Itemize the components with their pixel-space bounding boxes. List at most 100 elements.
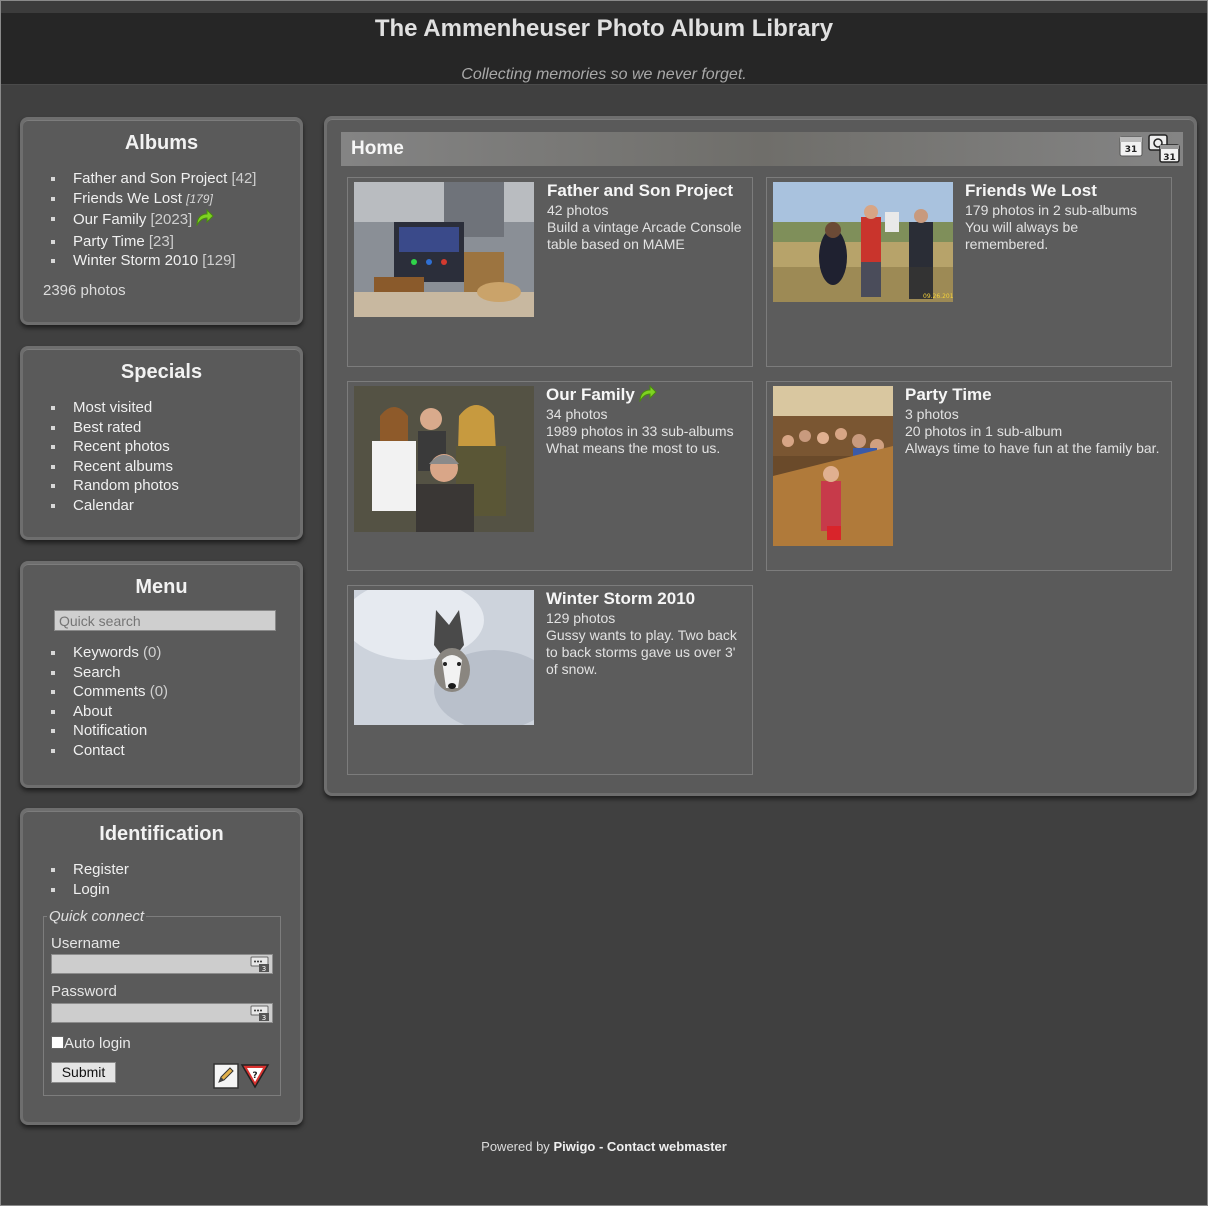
- quick-search-input[interactable]: [54, 610, 276, 631]
- menu-notification[interactable]: Notification: [49, 721, 300, 741]
- calendar-post-icon[interactable]: 31: [1147, 132, 1181, 168]
- album-thumbnail[interactable]: [773, 386, 893, 550]
- auto-login-label: Auto login: [64, 1035, 131, 1052]
- green-arrow-icon: [638, 384, 657, 406]
- quick-connect-fieldset: Quick connect Username 3 Password 3 Auto…: [43, 908, 281, 1096]
- menu-list: Keywords (0) Search Comments (0) About N…: [23, 643, 300, 760]
- specials-recent-albums[interactable]: Recent albums: [49, 457, 300, 477]
- specials-best-rated[interactable]: Best rated: [49, 418, 300, 438]
- album-subalbum-count: 1989 photos in 33 sub-albums: [546, 423, 734, 439]
- album-comment: What means the most to us.: [546, 440, 721, 456]
- album-photo-count: 34 photos: [546, 406, 608, 422]
- album-card-party-time[interactable]: Party Time 3 photos 20 photos in 1 sub-a…: [766, 381, 1172, 571]
- submit-button[interactable]: Submit: [51, 1062, 116, 1083]
- menu-album-winter-storm[interactable]: Winter Storm 2010 [129]: [49, 251, 300, 271]
- content-box: Home 31 31 Father and Son Project 42 pho…: [324, 116, 1197, 796]
- album-card-friends-we-lost[interactable]: 09.26.2010 Friends We Lost 179 photos in…: [766, 177, 1172, 367]
- password-manager-icon[interactable]: 3: [250, 956, 270, 977]
- menu-comments-label[interactable]: Comments: [73, 683, 146, 700]
- auto-login-row[interactable]: Auto login: [51, 1035, 131, 1052]
- help-icon[interactable]: ?: [240, 1063, 270, 1093]
- site-tagline: Collecting memories so we never forget.: [461, 66, 747, 83]
- menu-about[interactable]: About: [49, 702, 300, 722]
- menu-contact[interactable]: Contact: [49, 741, 300, 761]
- album-link-label[interactable]: Our Family: [73, 211, 146, 228]
- album-count: [2023]: [150, 211, 193, 228]
- album-link-label[interactable]: Father and Son Project: [73, 170, 227, 187]
- album-name[interactable]: Father and Son Project: [547, 181, 733, 201]
- svg-text:3: 3: [262, 965, 266, 973]
- quick-connect-legend: Quick connect: [47, 908, 147, 925]
- username-input[interactable]: 3: [51, 954, 273, 974]
- album-link-label[interactable]: Party Time: [73, 233, 145, 250]
- album-comment: Always time to have fun at the family ba…: [905, 440, 1160, 456]
- password-manager-icon[interactable]: 3: [250, 1005, 270, 1026]
- menu-heading: Menu: [135, 576, 188, 598]
- register-pencil-icon[interactable]: [213, 1063, 239, 1093]
- content-title-bar: Home 31 31: [341, 132, 1183, 166]
- auto-login-checkbox[interactable]: [51, 1036, 64, 1049]
- menu-keywords-label[interactable]: Keywords: [73, 644, 139, 661]
- identification-list: Register Login: [23, 860, 300, 899]
- album-link-label[interactable]: Winter Storm 2010: [73, 252, 198, 269]
- specials-most-visited[interactable]: Most visited: [49, 398, 300, 418]
- menu-album-party-time[interactable]: Party Time [23]: [49, 232, 300, 252]
- album-photo-count: 3 photos: [905, 406, 959, 422]
- svg-text:31: 31: [1125, 145, 1138, 155]
- menu-comments-count: (0): [149, 683, 169, 700]
- menu-album-friends-we-lost[interactable]: Friends We Lost [179]: [49, 189, 300, 210]
- albums-menu-box: Albums Father and Son Project [42] Frien…: [20, 117, 303, 325]
- calendar-icon[interactable]: 31: [1119, 134, 1143, 162]
- album-thumbnail[interactable]: [354, 182, 534, 321]
- menu-keywords[interactable]: Keywords (0): [49, 643, 300, 663]
- specials-recent-photos[interactable]: Recent photos: [49, 437, 300, 457]
- album-thumbnail[interactable]: [344, 580, 554, 730]
- specials-calendar[interactable]: Calendar: [49, 496, 300, 516]
- album-count: [23]: [148, 232, 174, 250]
- menu-comments[interactable]: Comments (0): [49, 682, 300, 702]
- album-name[interactable]: Our Family: [546, 385, 635, 405]
- contact-webmaster-link[interactable]: Contact webmaster: [607, 1139, 727, 1154]
- menu-album-father-and-son[interactable]: Father and Son Project [42]: [49, 169, 300, 189]
- album-description: Father and Son Project 42 photos Build a…: [547, 181, 749, 253]
- menu-album-our-family[interactable]: Our Family [2023]: [49, 208, 300, 232]
- album-count: [42]: [231, 170, 257, 187]
- password-input[interactable]: 3: [51, 1003, 273, 1023]
- album-card-father-and-son[interactable]: Father and Son Project 42 photos Build a…: [347, 177, 753, 367]
- album-name[interactable]: Winter Storm 2010: [546, 589, 695, 609]
- login-link[interactable]: Login: [49, 880, 300, 900]
- album-comment: Gussy wants to play. Two back to back st…: [546, 627, 737, 677]
- album-count: [179]: [186, 191, 213, 206]
- album-name[interactable]: Party Time: [905, 385, 992, 405]
- specials-random-photos[interactable]: Random photos: [49, 476, 300, 496]
- svg-text:?: ?: [252, 1071, 257, 1081]
- menu-contact-label[interactable]: Contact: [73, 742, 125, 759]
- page-title[interactable]: Home: [351, 138, 404, 160]
- albums-list: Father and Son Project [42] Friends We L…: [23, 169, 300, 271]
- album-name[interactable]: Friends We Lost: [965, 181, 1097, 201]
- register-link[interactable]: Register: [49, 860, 300, 880]
- album-card-our-family[interactable]: Our Family 34 photos 1989 photos in 33 s…: [347, 381, 753, 571]
- album-subalbum-count: 20 photos in 1 sub-album: [905, 423, 1063, 439]
- piwigo-link[interactable]: Piwigo: [553, 1139, 595, 1154]
- albums-heading[interactable]: Albums: [23, 132, 300, 155]
- menu-notification-label[interactable]: Notification: [73, 722, 147, 739]
- identification-heading: Identification: [99, 823, 224, 845]
- album-thumbnail[interactable]: [354, 386, 534, 536]
- specials-list: Most visited Best rated Recent photos Re…: [23, 398, 300, 515]
- album-comment: Build a vintage Arcade Console table bas…: [547, 219, 742, 252]
- album-photo-count: 179 photos in 2 sub-albums: [965, 202, 1137, 218]
- album-card-winter-storm[interactable]: Winter Storm 2010 129 photos Gussy wants…: [344, 580, 753, 775]
- menu-about-label[interactable]: About: [73, 703, 112, 720]
- page-footer: Powered by Piwigo - Contact webmaster: [1, 1139, 1207, 1154]
- footer-separator: -: [598, 1139, 604, 1154]
- powered-by-text: Powered by: [481, 1139, 550, 1154]
- site-header: The Ammenheuser Photo Album Library Coll…: [1, 1, 1207, 85]
- site-title[interactable]: The Ammenheuser Photo Album Library: [1, 15, 1207, 43]
- menu-search-label[interactable]: Search: [73, 664, 121, 681]
- album-link-label[interactable]: Friends We Lost: [73, 190, 182, 207]
- album-thumbnail[interactable]: 09.26.2010: [773, 182, 958, 306]
- svg-text:31: 31: [1163, 153, 1176, 163]
- menu-keywords-count: (0): [143, 644, 162, 661]
- menu-search[interactable]: Search: [49, 663, 300, 683]
